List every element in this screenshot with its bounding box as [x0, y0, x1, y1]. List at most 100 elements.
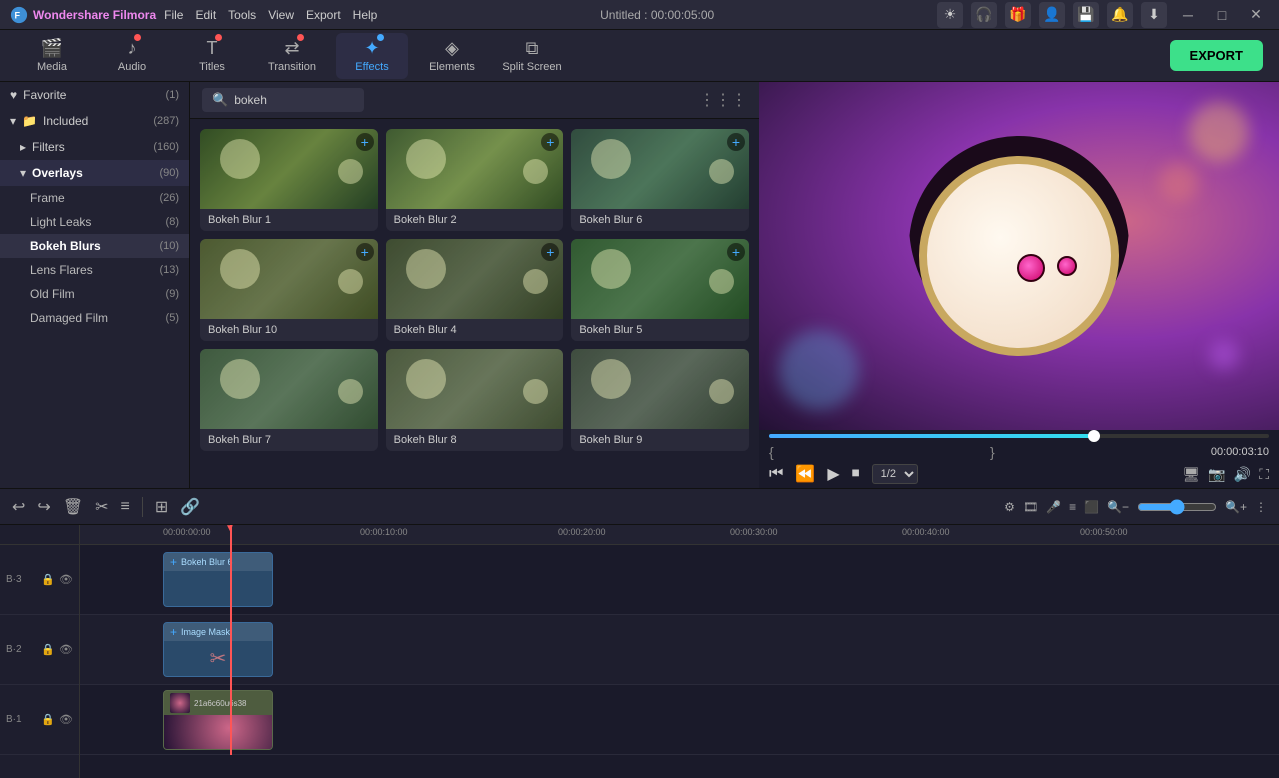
- undo-button[interactable]: ↩: [12, 497, 25, 517]
- effect-card-bokeh10[interactable]: + Bokeh Blur 10: [200, 239, 378, 341]
- tool-split-screen[interactable]: ⧉ Split Screen: [496, 33, 568, 79]
- panel-item-light-leaks[interactable]: Light Leaks (8): [0, 210, 189, 234]
- panel-item-damaged-film[interactable]: Damaged Film (5): [0, 306, 189, 330]
- zoom-slider[interactable]: [1137, 499, 1217, 515]
- menu-file[interactable]: File: [164, 8, 183, 22]
- eye-icon-1[interactable]: 👁: [59, 713, 73, 726]
- track-header-1: B·1 🔒 👁: [0, 685, 79, 755]
- audio-button[interactable]: ≡: [121, 498, 130, 516]
- clip-image-mask[interactable]: + Image Mask ✂: [163, 622, 273, 677]
- favorite-text: Favorite: [23, 88, 66, 102]
- bracket-left[interactable]: {: [769, 444, 774, 460]
- fullscreen-icon[interactable]: ⛶: [1259, 466, 1269, 483]
- filters-section[interactable]: ▸ Filters (160): [0, 134, 189, 160]
- zoom-out-icon[interactable]: 🔍−: [1107, 500, 1129, 514]
- add-effect-icon[interactable]: +: [356, 133, 374, 151]
- effect-card-bokeh2[interactable]: + Bokeh Blur 2: [386, 129, 564, 231]
- panel-item-lens-flares[interactable]: Lens Flares (13): [0, 258, 189, 282]
- track-selector[interactable]: 1/2: [872, 464, 918, 484]
- zoom-in-icon[interactable]: 🔍+: [1225, 500, 1247, 514]
- volume-icon[interactable]: 🔊: [1234, 466, 1251, 483]
- cut-button[interactable]: ✂: [95, 497, 108, 517]
- headphone-icon[interactable]: 🎧: [971, 2, 997, 28]
- gift-icon[interactable]: 🎁: [1005, 2, 1031, 28]
- delete-button[interactable]: 🗑: [63, 497, 83, 517]
- effect-card-bokeh9[interactable]: Bokeh Blur 9: [571, 349, 749, 451]
- clip-video-1[interactable]: 21a6c60u6s38: [163, 690, 273, 750]
- mic-icon[interactable]: 🎤: [1046, 500, 1061, 514]
- audio-label: Audio: [118, 61, 146, 73]
- tool-transition[interactable]: ⇄ Transition: [256, 33, 328, 79]
- effect-card-bokeh5[interactable]: + Bokeh Blur 5: [571, 239, 749, 341]
- panel-item-frame[interactable]: Frame (26): [0, 186, 189, 210]
- favorite-section[interactable]: ♥ Favorite (1): [0, 82, 189, 108]
- list-icon[interactable]: ≡: [1069, 500, 1076, 514]
- ruler[interactable]: 00:00:00:00 00:00:10:00 00:00:20:00 00:0…: [80, 525, 1279, 545]
- add-effect-icon[interactable]: +: [727, 133, 745, 151]
- panel-item-bokeh-blurs[interactable]: Bokeh Blurs (10): [0, 234, 189, 258]
- add-effect-icon[interactable]: +: [356, 243, 374, 261]
- tool-media[interactable]: 🎬 Media: [16, 33, 88, 79]
- overlays-section[interactable]: ▾ Overlays (90): [0, 160, 189, 186]
- lock-icon-2[interactable]: 🔒: [41, 643, 55, 656]
- tool-titles[interactable]: T Titles: [176, 33, 248, 79]
- overlay-icon[interactable]: ⬛: [1084, 500, 1099, 514]
- stop-button[interactable]: ⏹: [852, 465, 860, 483]
- menu-edit[interactable]: Edit: [195, 8, 216, 22]
- effect-name-bokeh10: Bokeh Blur 10: [200, 319, 378, 341]
- save-icon[interactable]: 💾: [1073, 2, 1099, 28]
- step-back-button[interactable]: ⏪: [795, 464, 815, 484]
- clip-icon[interactable]: 🎞: [1023, 500, 1038, 514]
- menu-help[interactable]: Help: [353, 8, 378, 22]
- grid-options-icon[interactable]: ⋮⋮⋮: [699, 90, 747, 110]
- effect-card-bokeh1[interactable]: + Bokeh Blur 1: [200, 129, 378, 231]
- tool-effects[interactable]: ✦ Effects: [336, 33, 408, 79]
- timeline-tracks: 00:00:00:00 00:00:10:00 00:00:20:00 00:0…: [80, 525, 1279, 778]
- lock-icon-1[interactable]: 🔒: [41, 713, 55, 726]
- effect-card-bokeh7[interactable]: Bokeh Blur 7: [200, 349, 378, 451]
- bracket-right[interactable]: }: [990, 444, 995, 460]
- user-icon[interactable]: 👤: [1039, 2, 1065, 28]
- link-button[interactable]: 🔗: [180, 497, 200, 517]
- track-thumbnail-1: [170, 693, 190, 713]
- track-num-3: B·3: [6, 574, 22, 585]
- effect-card-bokeh4[interactable]: + Bokeh Blur 4: [386, 239, 564, 341]
- effect-thumb-bokeh8: [386, 349, 564, 429]
- effect-card-bokeh6[interactable]: + Bokeh Blur 6: [571, 129, 749, 231]
- menu-view[interactable]: View: [268, 8, 294, 22]
- included-section[interactable]: ▾ 📁 Included (287): [0, 108, 189, 134]
- minimize-button[interactable]: ─: [1175, 2, 1201, 28]
- maximize-button[interactable]: □: [1209, 2, 1235, 28]
- search-box[interactable]: 🔍: [202, 88, 364, 112]
- tool-elements[interactable]: ◈ Elements: [416, 33, 488, 79]
- eye-icon-2[interactable]: 👁: [59, 643, 73, 656]
- download-icon[interactable]: ⬇: [1141, 2, 1167, 28]
- skip-back-button[interactable]: ⏮: [769, 465, 783, 483]
- effect-card-bokeh8[interactable]: Bokeh Blur 8: [386, 349, 564, 451]
- scissors-icon: ✂: [210, 646, 227, 671]
- effects-grid: + Bokeh Blur 1 + Bokeh Blur 2 + Bokeh B: [190, 119, 759, 461]
- bokeh-dot-2: [1159, 162, 1199, 202]
- settings-icon[interactable]: ⚙: [1004, 500, 1015, 514]
- lock-icon-3[interactable]: 🔒: [41, 573, 55, 586]
- tool-audio[interactable]: ♪ Audio: [96, 33, 168, 79]
- redo-button[interactable]: ↪: [37, 497, 50, 517]
- timeline-settings-icon[interactable]: ⋮: [1255, 500, 1267, 514]
- close-button[interactable]: ✕: [1243, 2, 1269, 28]
- export-button[interactable]: EXPORT: [1170, 40, 1263, 71]
- titlebar: F Wondershare Filmora File Edit Tools Vi…: [0, 0, 1279, 30]
- add-track-button[interactable]: ⊞: [155, 497, 168, 517]
- play-button[interactable]: ▶: [827, 464, 839, 484]
- eye-icon-3[interactable]: 👁: [59, 573, 73, 586]
- progress-bar[interactable]: [769, 434, 1269, 438]
- search-input[interactable]: [234, 93, 354, 107]
- add-effect-icon[interactable]: +: [727, 243, 745, 261]
- monitor-icon[interactable]: 🖥: [1183, 466, 1201, 483]
- notification-icon[interactable]: 🔔: [1107, 2, 1133, 28]
- clip-bokeh-blur-6[interactable]: + Bokeh Blur 6: [163, 552, 273, 607]
- menu-export[interactable]: Export: [306, 8, 341, 22]
- menu-tools[interactable]: Tools: [228, 8, 256, 22]
- sun-icon[interactable]: ☀: [937, 2, 963, 28]
- panel-item-old-film[interactable]: Old Film (9): [0, 282, 189, 306]
- camera-icon[interactable]: 📷: [1208, 466, 1225, 483]
